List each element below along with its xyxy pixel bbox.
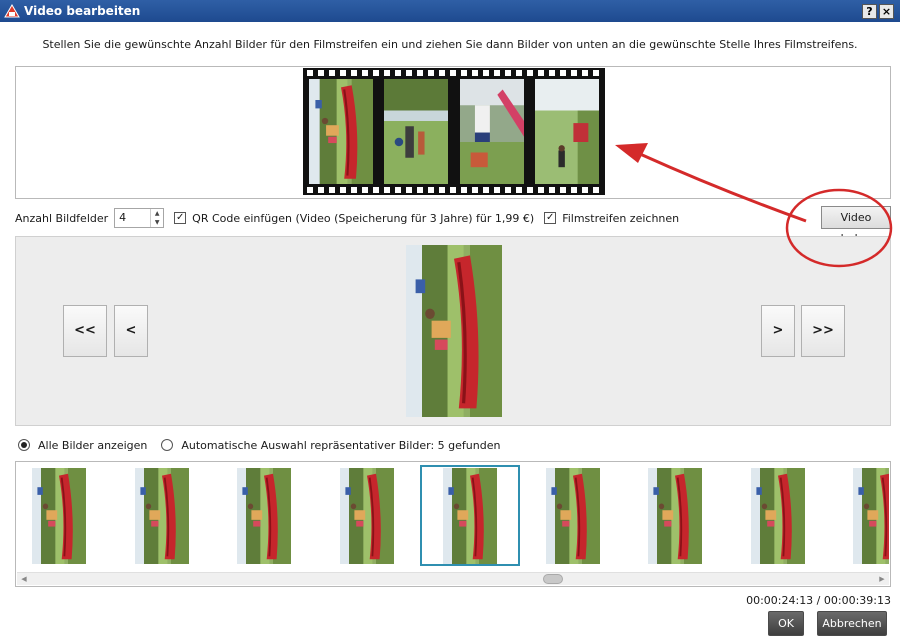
thumbnail[interactable]: [751, 468, 805, 564]
previous-frame-button[interactable]: <: [114, 305, 148, 357]
stepper-down-icon[interactable]: ▼: [151, 218, 163, 227]
sprocket-holes-bottom: [307, 187, 601, 193]
qr-code-checkbox[interactable]: ✓: [174, 212, 187, 224]
timecode: 00:00:24:13 / 00:00:39:13: [746, 594, 891, 607]
filmstrip-preview[interactable]: [15, 66, 891, 199]
sprocket-holes-top: [307, 70, 601, 76]
frame-preview-area: << < > >>: [15, 236, 891, 426]
thumbnail[interactable]: [32, 468, 86, 564]
help-button[interactable]: ?: [862, 3, 877, 19]
all-images-label: Alle Bilder anzeigen: [38, 438, 148, 452]
arrow-right-icon[interactable]: ▶: [875, 573, 889, 585]
all-images-radio[interactable]: [18, 439, 30, 451]
window-title: Video bearbeiten: [24, 4, 141, 18]
stepper-up-icon[interactable]: ▲: [151, 209, 163, 218]
scrollbar-thumb[interactable]: [543, 574, 563, 584]
thumbnail[interactable]: [853, 468, 889, 564]
qr-code-label: QR Code einfügen (Video (Speicherung für…: [192, 211, 535, 225]
thumbnail-strip[interactable]: ◀ ▶: [15, 461, 891, 587]
frames-label: Anzahl Bildfelder: [15, 211, 109, 225]
thumbnail[interactable]: [237, 468, 291, 564]
film-frame-1[interactable]: [309, 79, 373, 184]
thumbnail[interactable]: [648, 468, 702, 564]
cancel-button[interactable]: Abbrechen: [817, 611, 887, 636]
filmstrip: [303, 68, 605, 195]
auto-select-label: Automatische Auswahl repräsentativer Bil…: [181, 438, 501, 452]
thumbnail[interactable]: [340, 468, 394, 564]
thumbnail[interactable]: [135, 468, 189, 564]
arrow-left-icon[interactable]: ◀: [17, 573, 31, 585]
ok-button[interactable]: OK: [768, 611, 804, 636]
thumbnail-selected[interactable]: [443, 468, 497, 564]
first-frame-button[interactable]: <<: [63, 305, 107, 357]
horizontal-scrollbar[interactable]: ◀ ▶: [17, 572, 889, 585]
title-bar: Video bearbeiten ? ×: [0, 0, 900, 22]
auto-select-radio[interactable]: [161, 439, 174, 451]
options-row: Anzahl Bildfelder 4 ▲ ▼ ✓ QR Code einfüg…: [15, 206, 891, 230]
frames-stepper[interactable]: 4 ▲ ▼: [114, 208, 165, 228]
rotate-video-button[interactable]: Video drehen: [821, 206, 891, 245]
close-button[interactable]: ×: [879, 3, 894, 19]
film-frame-2[interactable]: [384, 79, 448, 184]
selection-mode: Alle Bilder anzeigen Automatische Auswah…: [18, 436, 500, 454]
instruction-text: Stellen Sie die gewünschte Anzahl Bilder…: [42, 38, 858, 51]
film-frame-3[interactable]: [460, 79, 524, 184]
last-frame-button[interactable]: >>: [801, 305, 845, 357]
filmstrip-checkbox[interactable]: ✓: [544, 212, 557, 224]
current-frame-image: [406, 245, 502, 417]
film-frame-4[interactable]: [535, 79, 599, 184]
thumbnail[interactable]: [546, 468, 600, 564]
filmstrip-label: Filmstreifen zeichnen: [562, 211, 680, 225]
next-frame-button[interactable]: >: [761, 305, 795, 357]
frames-value[interactable]: 4: [115, 209, 150, 227]
video-app-icon: [4, 4, 20, 18]
